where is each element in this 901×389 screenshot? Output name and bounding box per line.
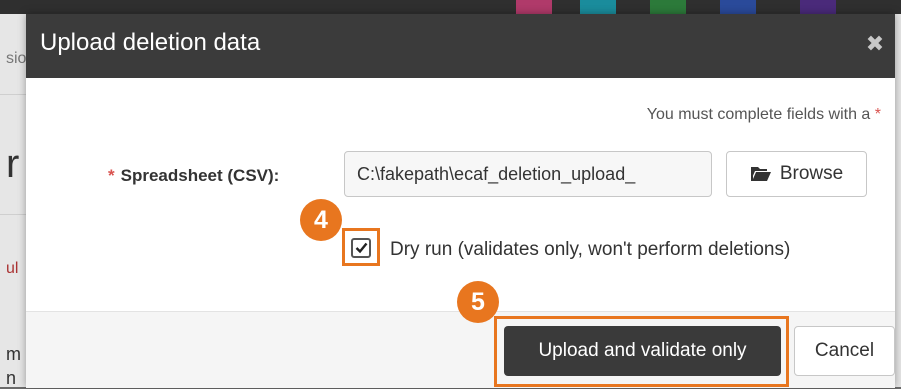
background-divider bbox=[0, 94, 26, 95]
browse-button[interactable]: Browse bbox=[726, 151, 867, 197]
browse-button-label: Browse bbox=[779, 163, 844, 184]
required-star: * bbox=[874, 106, 881, 123]
background-text: ul bbox=[6, 260, 19, 277]
dry-run-label[interactable]: Dry run (validates only, won't perform d… bbox=[390, 239, 790, 261]
background-left-strip: sio r ul m n bbox=[0, 14, 27, 388]
modal-title: Upload deletion data bbox=[40, 29, 261, 56]
background-heading: r bbox=[6, 142, 20, 186]
spreadsheet-file-field[interactable]: C:\fakepath\ecaf_deletion_upload_ bbox=[344, 151, 712, 197]
background-text: sio bbox=[6, 50, 27, 67]
background-topbar bbox=[0, 0, 901, 14]
background-swatch bbox=[800, 0, 836, 14]
folder-open-icon bbox=[750, 167, 771, 181]
upload-deletion-modal: Upload deletion data ✖ You must complete… bbox=[26, 14, 895, 388]
spreadsheet-label-text: Spreadsheet (CSV): bbox=[120, 166, 280, 185]
spreadsheet-label: * Spreadsheet (CSV): bbox=[108, 166, 279, 186]
close-icon[interactable]: ✖ bbox=[863, 32, 887, 56]
background-divider bbox=[0, 214, 26, 215]
step-badge-5: 5 bbox=[457, 281, 499, 323]
background-text: m bbox=[6, 344, 21, 364]
background-swatch bbox=[516, 0, 552, 14]
modal-header: Upload deletion data ✖ bbox=[26, 14, 895, 78]
step-badge-4: 4 bbox=[300, 199, 342, 241]
background-text: n bbox=[6, 368, 17, 388]
background-swatch bbox=[580, 0, 616, 14]
cancel-button[interactable]: Cancel bbox=[794, 326, 895, 376]
required-fields-note: You must complete fields with a * bbox=[647, 106, 881, 124]
required-star: * bbox=[108, 166, 115, 185]
checkmark-icon bbox=[355, 242, 368, 254]
required-note-text: You must complete fields with a bbox=[646, 106, 871, 123]
upload-and-validate-button[interactable]: Upload and validate only bbox=[504, 326, 781, 376]
background-swatch bbox=[650, 0, 686, 14]
background-swatch bbox=[720, 0, 756, 14]
dry-run-checkbox[interactable] bbox=[351, 238, 371, 258]
